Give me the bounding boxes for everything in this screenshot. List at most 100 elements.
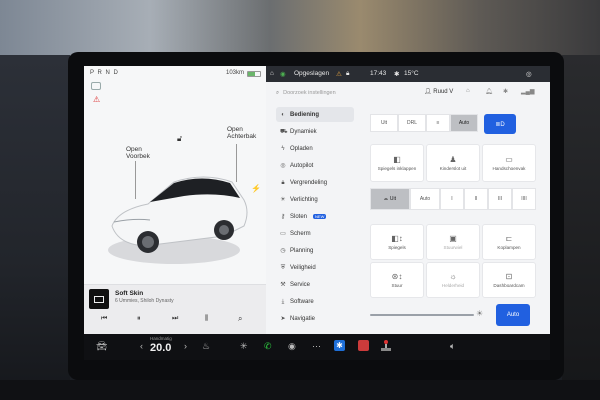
bluetooth-settings-icon[interactable]: ✱ xyxy=(503,88,508,95)
wiper-off-option[interactable]: ⌓ Uit xyxy=(370,188,410,210)
lock-icon: 🔒︎ xyxy=(281,179,285,186)
garage-icon[interactable]: ⌂ xyxy=(466,88,470,94)
car-icon[interactable]: 🚘︎ xyxy=(96,341,107,351)
menu-item-vergrendeling[interactable]: 🔒︎ Vergrendeling xyxy=(276,175,354,190)
wiper-auto-option[interactable]: Auto xyxy=(410,188,440,210)
menu-item-label: Navigatie xyxy=(290,315,316,322)
next-icon[interactable]: ⏭ xyxy=(172,315,178,323)
settings-search[interactable]: ⌕ Doorzoek instellingen xyxy=(276,87,426,99)
temp-down-icon[interactable]: ‹ xyxy=(140,341,143,351)
touchscreen: P R N D 103km ⚠ Open Voorbek 🔓︎ Open Ach… xyxy=(84,66,550,334)
headlights-adjust-button[interactable]: ⊏ Koplampen xyxy=(482,224,536,260)
menu-item-label: Software xyxy=(290,298,314,305)
sentry-icon[interactable]: ◉ xyxy=(280,70,286,78)
glovebox-button[interactable]: ▭ Handschoenvak xyxy=(482,144,536,182)
profile-icon: 👤︎ xyxy=(424,89,432,95)
mirrors-adjust-button[interactable]: ◧↕ Spiegels xyxy=(370,224,424,260)
range-readout: 103km xyxy=(226,70,245,76)
search-icon: ⌕ xyxy=(276,89,280,96)
seat-heater-icon[interactable]: ♨ xyxy=(202,341,210,351)
menu-item-software[interactable]: ⤓ Software xyxy=(276,294,354,309)
gear-selector: P R N D xyxy=(90,70,119,76)
open-trunk-button[interactable]: Open Achterbak xyxy=(227,126,256,140)
steering-mode-button[interactable]: ⊛↕ Stuur xyxy=(370,262,424,298)
menu-item-bediening[interactable]: ◐ Bediening xyxy=(276,107,354,122)
steering-wheel-button[interactable]: ▣ Stuurwiel xyxy=(426,224,480,260)
menu-item-label: Opladen xyxy=(290,145,313,152)
notification-icon[interactable]: 🔔︎ xyxy=(485,88,493,95)
more-icon[interactable]: ⋯ xyxy=(312,341,321,351)
high-beam-button[interactable]: ≣D xyxy=(484,114,516,134)
headlight-icon xyxy=(91,82,101,90)
menu-item-dynamiek[interactable]: ⛟ Dynamiek xyxy=(276,124,354,139)
lights-auto-option[interactable]: Auto xyxy=(450,114,478,132)
previous-icon[interactable]: ⏮ xyxy=(101,315,107,323)
profile-name: Ruud V xyxy=(433,89,454,95)
menu-item-label: Dynamiek xyxy=(290,128,317,135)
fan-icon[interactable]: ✳ xyxy=(240,341,248,351)
background-scene xyxy=(0,0,600,60)
brightness-auto-button[interactable]: Auto xyxy=(496,304,530,326)
menu-item-label: Planning xyxy=(290,247,314,254)
toggle-icon: ◐ xyxy=(281,111,285,118)
wrench-icon: ⚒ xyxy=(280,281,286,288)
volume-icon[interactable]: 🔈︎ xyxy=(450,341,455,351)
menu-item-planning[interactable]: ◷ Planning xyxy=(276,243,354,258)
light-icon: ☀ xyxy=(280,196,286,203)
home-icon[interactable]: ⌂ xyxy=(270,70,274,77)
menu-item-opladen[interactable]: ϟ Opladen xyxy=(276,141,354,156)
passenger-airbag-icon: ◎ xyxy=(526,71,532,78)
car-model xyxy=(108,176,248,264)
unlock-icon[interactable]: 🔓︎ xyxy=(177,134,182,144)
screen-icon: ▭ xyxy=(280,230,286,237)
dashcam-button[interactable]: ⊡ Dashboardcam xyxy=(482,262,536,298)
equalizer-icon[interactable]: ⫼ xyxy=(205,315,208,323)
search-icon[interactable]: ⌕ xyxy=(238,314,242,324)
lights-parking-option[interactable]: ≡ xyxy=(426,114,450,132)
pause-icon[interactable]: ⏸ xyxy=(137,315,141,323)
shield-icon: ⛨ xyxy=(280,264,286,271)
profile-button[interactable]: 👤︎ Ruud V xyxy=(424,88,453,95)
glovebox-icon: ▭ xyxy=(505,155,513,164)
menu-item-navigatie[interactable]: ➤ Navigatie xyxy=(276,311,354,326)
open-frunk-button[interactable]: Open Voorbek xyxy=(126,146,150,160)
track-title: Soft Skin xyxy=(115,290,144,297)
menu-item-autopilot[interactable]: ◎ Autopilot xyxy=(276,158,354,173)
camera-icon[interactable]: ◉ xyxy=(288,341,296,351)
signal-icon[interactable]: ▂▄▆ xyxy=(521,88,534,95)
car-icon: ⛟ xyxy=(280,128,288,135)
bluetooth-icon: ✱ xyxy=(394,71,400,78)
wiper-speed-2[interactable]: II xyxy=(464,188,488,210)
wiper-speed-3[interactable]: III xyxy=(488,188,512,210)
controls-area: Uit DRL ≡ Auto ≣D ◧ Spiegels inklappen ♟… xyxy=(362,106,548,334)
joystick-icon[interactable] xyxy=(381,340,391,351)
menu-item-verlichting[interactable]: ☀ Verlichting xyxy=(276,192,354,207)
app-icon[interactable] xyxy=(358,340,369,351)
outside-temp: 15°C xyxy=(404,70,419,77)
menu-item-scherm[interactable]: ▭ Scherm xyxy=(276,226,354,241)
download-icon: ⤓ xyxy=(281,298,285,305)
mirror-icon: ◧ xyxy=(393,155,401,164)
wiper-speed-1[interactable]: I xyxy=(440,188,464,210)
phone-icon[interactable]: ✆ xyxy=(264,341,272,351)
brightness-slider[interactable] xyxy=(370,314,474,316)
child-lock-button[interactable]: ♟ Kinderslot uit xyxy=(426,144,480,182)
bluetooth-app-icon[interactable]: ✱ xyxy=(334,340,345,351)
menu-item-veiligheid[interactable]: ⛨ Veiligheid xyxy=(276,260,354,275)
menu-item-service[interactable]: ⚒ Service xyxy=(276,277,354,292)
fold-mirrors-button[interactable]: ◧ Spiegels inklappen xyxy=(370,144,424,182)
car-interior-right xyxy=(562,55,600,400)
wiper-icon: ⌓ xyxy=(383,196,388,202)
lights-off-option[interactable]: Uit xyxy=(370,114,398,132)
brightness-button[interactable]: ☼ Helderheid xyxy=(426,262,480,298)
lights-drl-option[interactable]: DRL xyxy=(398,114,426,132)
bolt-icon: ϟ xyxy=(281,145,285,152)
temp-up-icon[interactable]: › xyxy=(184,341,187,351)
menu-item-label: Bediening xyxy=(290,111,320,118)
settings-panel: ⌕ Doorzoek instellingen 👤︎ Ruud V ⌂ 🔔︎ ✱… xyxy=(266,82,550,334)
search-placeholder: Doorzoek instellingen xyxy=(283,90,336,96)
wiper-speed-4[interactable]: IIII xyxy=(512,188,536,210)
menu-item-label: Scherm xyxy=(290,230,311,237)
menu-item-sloten[interactable]: ⚷ Sloten NEW xyxy=(276,209,354,224)
cabin-temperature[interactable]: 20.0 xyxy=(150,342,171,354)
